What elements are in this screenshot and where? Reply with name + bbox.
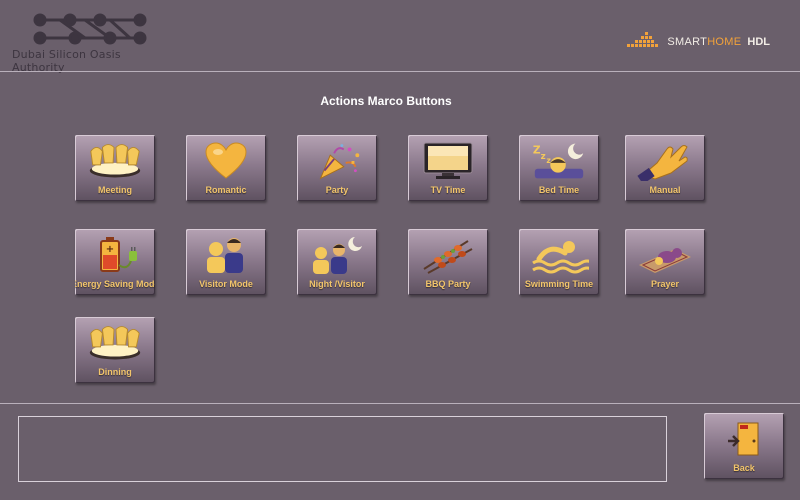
meeting-button[interactable]: Meeting — [75, 135, 155, 201]
macro-label: Visitor Mode — [199, 279, 253, 289]
night-visitor-button[interactable]: Night /Visitor — [297, 229, 377, 295]
energy-saving-mode-button[interactable]: + Energy Saving Mode — [75, 229, 155, 295]
manual-button[interactable]: Manual — [625, 135, 705, 201]
svg-text:+: + — [106, 244, 114, 255]
bed-time-button[interactable]: Z z z Bed Time — [519, 135, 599, 201]
dsoa-logo: Dubai Silicon Oasis Authority — [10, 8, 160, 74]
dinning-button[interactable]: Dinning — [75, 317, 155, 383]
macro-label: Energy Saving Mode — [75, 279, 155, 289]
brand-hdl: HDL — [747, 36, 770, 48]
header-divider — [0, 71, 800, 72]
hand-icon — [635, 141, 695, 181]
macro-label: BBQ Party — [425, 279, 471, 289]
night-visitors-icon — [307, 235, 367, 275]
status-display — [18, 416, 667, 482]
macro-label: Prayer — [650, 279, 680, 289]
footer-divider — [0, 403, 800, 404]
meeting-hands-icon — [85, 141, 145, 181]
header: Dubai Silicon Oasis Authority SMART HOME… — [0, 0, 800, 74]
macro-label: Dinning — [98, 367, 132, 377]
tv-time-button[interactable]: TV Time — [408, 135, 488, 201]
macro-label: Manual — [649, 185, 681, 195]
network-logo-icon — [33, 13, 147, 45]
brand-home: HOME — [707, 36, 742, 48]
brand-smart: SMART — [667, 36, 708, 48]
svg-text:z: z — [541, 152, 546, 162]
macro-label: Swimming Time — [524, 279, 594, 289]
party-popper-icon — [307, 141, 367, 181]
macro-label: Romantic — [205, 185, 247, 195]
macro-label: Bed Time — [538, 185, 580, 195]
bbq-party-button[interactable]: BBQ Party — [408, 229, 488, 295]
tv-icon — [418, 141, 478, 181]
back-button[interactable]: Back — [704, 413, 784, 479]
macro-label: TV Time — [430, 185, 466, 195]
romantic-button[interactable]: Romantic — [186, 135, 266, 201]
sleep-icon: Z z z — [529, 141, 589, 181]
page-title: Actions Marco Buttons — [320, 94, 452, 108]
dining-hands-icon — [85, 323, 145, 363]
macro-label: Night /Visitor — [309, 279, 365, 289]
battery-plug-icon: + — [85, 235, 145, 275]
swimmer-icon — [529, 235, 589, 275]
prayer-icon — [635, 235, 695, 275]
smart-home-screen: Dubai Silicon Oasis Authority SMART HOME… — [0, 0, 800, 500]
exit-door-icon — [714, 419, 774, 459]
macro-label: Meeting — [97, 185, 132, 195]
visitors-icon — [196, 235, 256, 275]
dot-matrix-logo-icon — [627, 32, 659, 47]
heart-icon — [196, 141, 256, 181]
prayer-button[interactable]: Prayer — [625, 229, 705, 295]
bbq-skewers-icon — [418, 235, 478, 275]
smarthome-hdl-logo: SMART HOME HDL — [627, 26, 770, 48]
party-button[interactable]: Party — [297, 135, 377, 201]
visitor-mode-button[interactable]: Visitor Mode — [186, 229, 266, 295]
back-label: Back — [733, 463, 755, 473]
swimming-time-button[interactable]: Swimming Time — [519, 229, 599, 295]
macro-label: Party — [325, 185, 349, 195]
